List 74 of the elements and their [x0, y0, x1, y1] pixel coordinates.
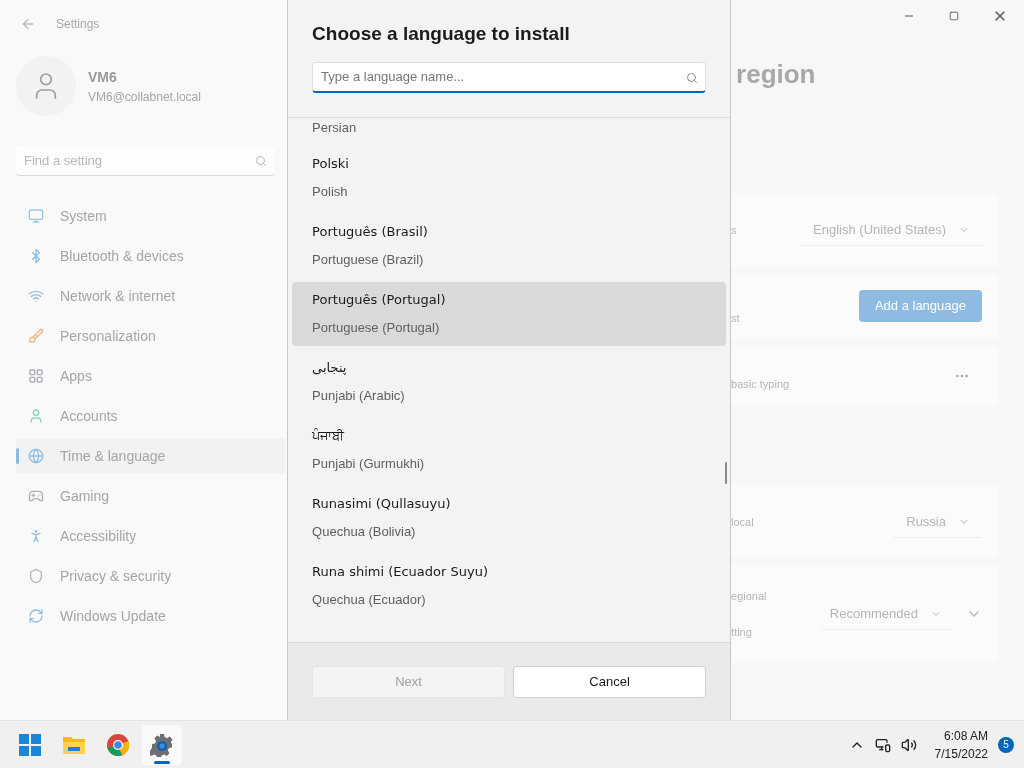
chrome-icon[interactable]: [106, 732, 130, 757]
language-item[interactable]: Polski Polish: [292, 146, 727, 210]
sidebar-item[interactable]: Bluetooth & devices: [16, 238, 286, 274]
sidebar-item[interactable]: Gaming: [16, 478, 286, 514]
sidebar-item[interactable]: Windows Update: [16, 598, 286, 634]
taskbar-app[interactable]: [142, 724, 182, 765]
native-name: پنجابی: [312, 359, 348, 377]
sidebar-item[interactable]: Apps: [16, 358, 286, 394]
english-name: Punjabi (Gurmukhi): [312, 455, 426, 473]
native-name: Polski: [312, 155, 350, 173]
language-item[interactable]: Runasimi (Qullasuyu) Quechua (Bolivia): [292, 486, 727, 550]
setting-label: s: [731, 222, 738, 238]
setting-label: local: [731, 514, 755, 530]
window-title: Settings: [56, 16, 100, 33]
clock-date: 7/15/2022: [934, 745, 988, 763]
sidebar-item[interactable]: Accessibility: [16, 518, 286, 554]
native-name: Português (Brasil): [312, 223, 429, 241]
user-email: VM6@collabnet.local: [88, 88, 201, 106]
dropdown[interactable]: Russia: [894, 506, 982, 538]
language-item[interactable]: Português (Brasil) Portuguese (Brazil): [292, 214, 727, 278]
dropdown[interactable]: Recommended: [821, 598, 950, 630]
search-field[interactable]: Find a setting: [16, 146, 276, 176]
refresh-icon: [28, 608, 44, 624]
sidebar-item[interactable]: Accounts: [16, 398, 286, 434]
language-item[interactable]: Persian: [292, 118, 727, 142]
add-language-button[interactable]: Add a language: [858, 290, 982, 322]
sidebar-item[interactable]: Privacy & security: [16, 558, 286, 594]
setting-label: tting: [731, 625, 753, 640]
setting-label: egional: [731, 588, 768, 604]
setting-label: basic typing: [731, 376, 790, 392]
setting-label: st: [731, 310, 740, 326]
scrollbar[interactable]: [725, 462, 728, 484]
globe-icon: [28, 448, 44, 464]
english-name: Quechua (Bolivia): [312, 523, 417, 541]
english-name: Portuguese (Portugal): [312, 319, 441, 337]
user-name: VM6: [88, 67, 118, 87]
wifi-icon: [28, 288, 44, 304]
apps-icon: [28, 368, 44, 384]
dropdown[interactable]: English (United States): [801, 214, 982, 246]
english-name: Portuguese (Brazil): [312, 251, 425, 269]
gear-icon[interactable]: [150, 732, 174, 757]
speaker-icon[interactable]: [900, 736, 917, 753]
page-title: region: [735, 58, 817, 91]
sidebar-item[interactable]: Time & language: [16, 438, 286, 474]
windows-logo-icon[interactable]: [19, 733, 41, 756]
notification-count[interactable]: 5: [998, 736, 1014, 753]
person-icon: [28, 408, 44, 424]
native-name: Runa shimi (Ecuador Suyu): [312, 563, 489, 581]
brush-icon: [28, 328, 44, 344]
english-name: Polish: [312, 183, 349, 201]
search-icon: [255, 155, 268, 167]
search-field[interactable]: Type a language name...: [312, 61, 707, 93]
maximize-icon[interactable]: [949, 11, 959, 21]
native-name: Português (Portugal): [312, 291, 447, 309]
network-icon[interactable]: [874, 736, 891, 753]
native-name: Runasimi (Qullasuyu): [312, 495, 452, 513]
english-name: Persian: [312, 119, 358, 137]
sidebar-item[interactable]: Personalization: [16, 318, 286, 354]
monitor-icon: [28, 208, 44, 224]
search-icon: [686, 71, 699, 84]
sidebar-item[interactable]: Network & internet: [16, 278, 286, 314]
language-item[interactable]: Português (Portugal) Portuguese (Portugal): [292, 282, 727, 346]
cancel-button[interactable]: Cancel: [513, 665, 707, 698]
language-item[interactable]: Runa shimi (Ecuador Suyu) Quechua (Ecuador): [292, 554, 727, 618]
language-item[interactable]: ਪੰਜਾਬੀ Punjabi (Gurmukhi): [292, 418, 727, 482]
shield-icon: [28, 568, 44, 584]
english-name: Quechua (Ecuador): [312, 591, 427, 609]
accessibility-icon: [28, 528, 44, 544]
native-name: ਪੰਜਾਬੀ: [312, 427, 346, 445]
clock-time: 6:08 AM: [943, 727, 988, 745]
sidebar-item[interactable]: System: [16, 198, 286, 234]
dialog-title: Choose a language to install: [312, 22, 571, 46]
english-name: Punjabi (Arabic): [312, 387, 406, 405]
gamepad-icon: [28, 488, 44, 504]
